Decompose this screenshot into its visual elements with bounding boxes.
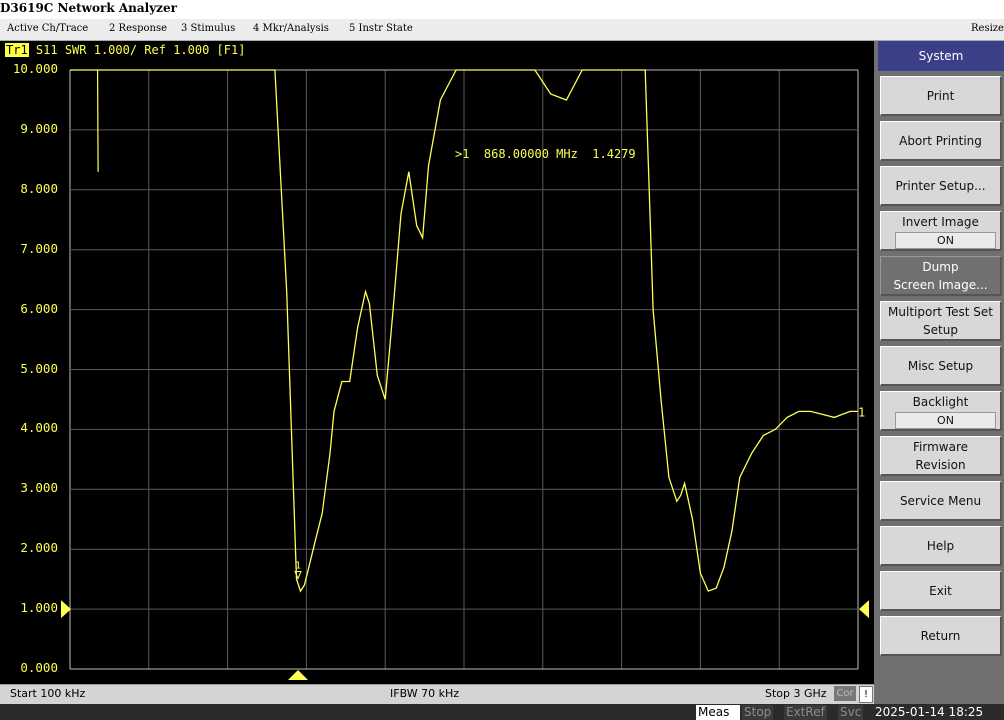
y-tick-label: 8.000 [20,180,58,196]
y-tick-label: 3.000 [20,480,58,496]
channel-status-bar: Start 100 kHz IFBW 70 kHz Stop 3 GHz Cor… [0,684,874,704]
y-tick-label: 4.000 [20,420,58,436]
datetime: 2025-01-14 18:25 [875,705,984,719]
y-tick-label: 10.000 [12,61,58,76]
multiport-test-set-setup-button[interactable]: Multiport Test Set Setup [880,301,1002,341]
marker-layer: 1 >1 868.00000 MHz 1.4279 1 [61,147,869,680]
menu-instr-state[interactable]: 5 Instr State [349,23,413,34]
softkey-panel: System Print Abort Printing Printer Setu… [874,41,1004,704]
menu-mkr-analysis[interactable]: 4 Mkr/Analysis [253,23,329,34]
print-button[interactable]: Print [880,76,1002,116]
abort-printing-button[interactable]: Abort Printing [880,121,1002,161]
measurement-screen[interactable]: 1 >1 868.00000 MHz 1.4279 1 Tr1 S11 SWR 1.… [0,41,874,684]
return-label: Return [920,628,961,643]
menu-bar: Active Ch/Trace 2 Response 3 Stimulus 4 … [0,19,1004,41]
return-button[interactable]: Return [880,616,1002,656]
print-button-label: Print [926,88,955,103]
exit-label: Exit [929,583,952,598]
multiport-test-set-setup-label: Multiport Test Set Setup [888,304,993,337]
menu-active-ch-trace[interactable]: Active Ch/Trace [7,23,88,34]
correction-indicator: Cor [834,686,856,701]
printer-setup-button[interactable]: Printer Setup... [880,166,1002,206]
misc-setup-button[interactable]: Misc Setup [880,346,1002,386]
marker-readout: >1 868.00000 MHz 1.4279 [455,147,636,161]
printer-setup-label: Printer Setup... [895,178,986,193]
trace-spike [96,69,99,172]
backlight-label: Backlight [912,394,969,409]
warning-indicator: ! [859,686,873,703]
marker-stimulus-indicator [287,670,308,680]
start-frequency[interactable]: Start 100 kHz [10,687,85,700]
service-menu-label: Service Menu [899,493,982,508]
svc-indicator: Svc [838,705,864,720]
reference-level-right-marker [859,600,869,619]
y-tick-label: 1.000 [20,600,58,616]
exit-button[interactable]: Exit [880,571,1002,611]
help-label: Help [926,538,955,553]
backlight-value: ON [895,411,996,429]
y-tick-label: 5.000 [20,360,58,376]
stop-frequency[interactable]: Stop 3 GHz [765,687,827,700]
softkey-menu-title: System [878,41,1004,71]
misc-setup-label: Misc Setup [907,358,974,373]
abort-printing-label: Abort Printing [899,133,982,148]
title-bar: D3619C Network Analyzer [0,0,1004,20]
trace-end-label: 1 [858,405,865,419]
dump-screen-image-button[interactable]: Dump Screen Image... [880,256,1002,296]
y-tick-label: 0.000 [20,660,58,675]
marker-1-number: 1 [295,560,301,571]
trace-plot: 1 >1 868.00000 MHz 1.4279 1 [61,69,869,680]
trace-info: S11 SWR 1.000/ Ref 1.000 [F1] [35,43,246,57]
extref-indicator: ExtRef [784,705,827,720]
dump-screen-image-label: Dump Screen Image... [893,259,988,292]
window-title: D3619C Network Analyzer [0,1,177,15]
y-tick-label: 7.000 [20,240,58,256]
menu-stimulus[interactable]: 3 Stimulus [181,23,235,34]
stop-indicator: Stop [742,705,774,720]
instrument-status-bar: Meas Stop ExtRef Svc 2025-01-14 18:25 [0,704,1004,720]
ifbw[interactable]: IFBW 70 kHz [390,687,459,700]
y-tick-label: 6.000 [20,300,58,316]
meas-indicator: Meas [696,705,740,720]
y-tick-label: 9.000 [20,120,58,136]
trace-label[interactable]: Tr1 [5,43,29,57]
service-menu-button[interactable]: Service Menu [880,481,1002,521]
trace-header[interactable]: Tr1 S11 SWR 1.000/ Ref 1.000 [F1] [5,43,245,57]
firmware-revision-label: Firmware Revision [913,439,968,472]
help-button[interactable]: Help [880,526,1002,566]
y-tick-label: 2.000 [20,540,58,556]
menu-response[interactable]: 2 Response [109,23,167,34]
invert-image-button[interactable]: Invert Image ON [880,211,1002,251]
menu-resize[interactable]: Resize [971,23,1004,34]
invert-image-value: ON [895,231,996,249]
invert-image-label: Invert Image [902,214,979,229]
backlight-button[interactable]: Backlight ON [880,391,1002,431]
firmware-revision-button[interactable]: Firmware Revision [880,436,1002,476]
